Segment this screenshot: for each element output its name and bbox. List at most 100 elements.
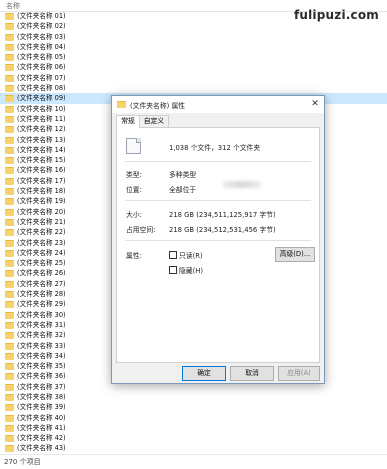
folder-icon: [5, 332, 14, 340]
folder-icon: [5, 291, 14, 299]
folder-icon: [5, 404, 14, 412]
size-label: 大小:: [126, 211, 142, 219]
folder-name: (文件夹名称 16): [17, 166, 66, 175]
name-column-label[interactable]: 名称: [6, 1, 20, 11]
cancel-button[interactable]: 取消: [230, 366, 274, 381]
advanced-button[interactable]: 高级(D)...: [275, 247, 315, 262]
folder-icon: [5, 167, 14, 175]
folder-icon: [5, 188, 14, 196]
folder-icon: [5, 342, 14, 350]
folder-row[interactable]: (文件夹名称 39): [0, 402, 387, 412]
divider: [125, 200, 311, 201]
folder-icon: [5, 157, 14, 165]
folder-row[interactable]: (文件夹名称 42): [0, 433, 387, 443]
folder-icon: [5, 383, 14, 391]
hidden-label[interactable]: 隐藏(H): [179, 265, 203, 275]
apply-button[interactable]: 应用(A): [278, 366, 320, 381]
folder-name: (文件夹名称 06): [17, 63, 66, 72]
folder-name: (文件夹名称 17): [17, 176, 66, 185]
folder-row[interactable]: (文件夹名称 05): [0, 52, 387, 62]
close-button[interactable]: ✕: [308, 98, 322, 111]
folder-row[interactable]: (文件夹名称 43): [0, 443, 387, 453]
folder-name: (文件夹名称 25): [17, 259, 66, 268]
dialog-title: (文件夹名称) 属性: [130, 102, 186, 110]
readonly-checkbox[interactable]: [169, 251, 177, 259]
properties-dialog[interactable]: (文件夹名称) 属性 ✕ 常规 自定义 1,038 个文件，312 个文件夹 类…: [111, 95, 325, 384]
folder-icon: [5, 105, 14, 113]
folder-row[interactable]: (文件夹名称 04): [0, 42, 387, 52]
divider: [125, 240, 311, 241]
folder-icon: [5, 414, 14, 422]
folder-icon: [5, 321, 14, 329]
folder-icon: [5, 363, 14, 371]
folder-name: (文件夹名称 26): [17, 269, 66, 278]
size-value: 218 GB (234,511,125,917 字节): [169, 211, 276, 219]
folder-name: (文件夹名称 10): [17, 104, 66, 113]
folder-name: (文件夹名称 14): [17, 145, 66, 154]
folder-row[interactable]: (文件夹名称 03): [0, 32, 387, 42]
folder-name: (文件夹名称 43): [17, 444, 66, 453]
folder-icon: [5, 177, 14, 185]
folder-icon: [5, 146, 14, 154]
folder-name: (文件夹名称 05): [17, 53, 66, 62]
attributes-label: 属性:: [126, 252, 142, 260]
folder-name: (文件夹名称 42): [17, 434, 66, 443]
ok-button[interactable]: 确定: [182, 366, 226, 381]
folder-name: (文件夹名称 36): [17, 372, 66, 381]
folder-name: (文件夹名称 39): [17, 403, 66, 412]
disk-size-value: 218 GB (234,512,531,456 字节): [169, 226, 276, 234]
folder-row[interactable]: (文件夹名称 06): [0, 62, 387, 72]
folder-name: (文件夹名称 20): [17, 207, 66, 216]
folder-icon: [5, 229, 14, 237]
folder-icon: [5, 239, 14, 247]
divider: [125, 161, 311, 162]
folder-icon: [5, 260, 14, 268]
folder-icon: [5, 218, 14, 226]
folder-name: (文件夹名称 18): [17, 187, 66, 196]
folder-row[interactable]: (文件夹名称 38): [0, 392, 387, 402]
folder-name: (文件夹名称 02): [17, 22, 66, 31]
readonly-label[interactable]: 只读(R): [179, 250, 203, 260]
folder-row[interactable]: (文件夹名称 02): [0, 21, 387, 31]
folder-name: (文件夹名称 31): [17, 320, 66, 329]
folder-icon: [5, 54, 14, 62]
folder-name: (文件夹名称 07): [17, 73, 66, 82]
folder-name: (文件夹名称 30): [17, 310, 66, 319]
folder-name: (文件夹名称 41): [17, 423, 66, 432]
folder-name: (文件夹名称 21): [17, 217, 66, 226]
hidden-checkbox[interactable]: [169, 266, 177, 274]
tab-general[interactable]: 常规: [116, 115, 140, 128]
folder-icon: [117, 101, 126, 108]
redacted-path: [223, 181, 261, 188]
general-panel: 1,038 个文件，312 个文件夹 类型: 多种类型 位置: 全部位于 大小:…: [116, 127, 320, 363]
folder-name: (文件夹名称 12): [17, 125, 66, 134]
folder-name: (文件夹名称 11): [17, 114, 66, 123]
folder-icon: [5, 393, 14, 401]
folder-name: (文件夹名称 24): [17, 248, 66, 257]
tab-custom[interactable]: 自定义: [139, 115, 169, 127]
folder-name: (文件夹名称 19): [17, 197, 66, 206]
folder-name: (文件夹名称 15): [17, 156, 66, 165]
folder-row[interactable]: (文件夹名称 40): [0, 413, 387, 423]
folder-name: (文件夹名称 27): [17, 279, 66, 288]
folder-icon: [5, 95, 14, 103]
folder-icon: [5, 311, 14, 319]
folder-name: (文件夹名称 38): [17, 392, 66, 401]
folder-name: (文件夹名称 28): [17, 290, 66, 299]
location-value: 全部位于: [169, 186, 197, 194]
disk-size-label: 占用空间:: [126, 226, 156, 234]
folder-name: (文件夹名称 40): [17, 413, 66, 422]
folder-row[interactable]: (文件夹名称 08): [0, 83, 387, 93]
folder-name: (文件夹名称 08): [17, 84, 66, 93]
folder-icon: [5, 249, 14, 257]
folder-icon: [5, 352, 14, 360]
folder-name: (文件夹名称 33): [17, 341, 66, 350]
folder-icon: [5, 136, 14, 144]
folder-icon: [5, 43, 14, 51]
folder-row[interactable]: (文件夹名称 41): [0, 423, 387, 433]
folder-name: (文件夹名称 35): [17, 362, 66, 371]
folder-row[interactable]: (文件夹名称 07): [0, 73, 387, 83]
folder-name: (文件夹名称 37): [17, 382, 66, 391]
dialog-titlebar[interactable]: (文件夹名称) 属性 ✕: [112, 96, 324, 113]
folder-row[interactable]: (文件夹名称 01): [0, 11, 387, 21]
